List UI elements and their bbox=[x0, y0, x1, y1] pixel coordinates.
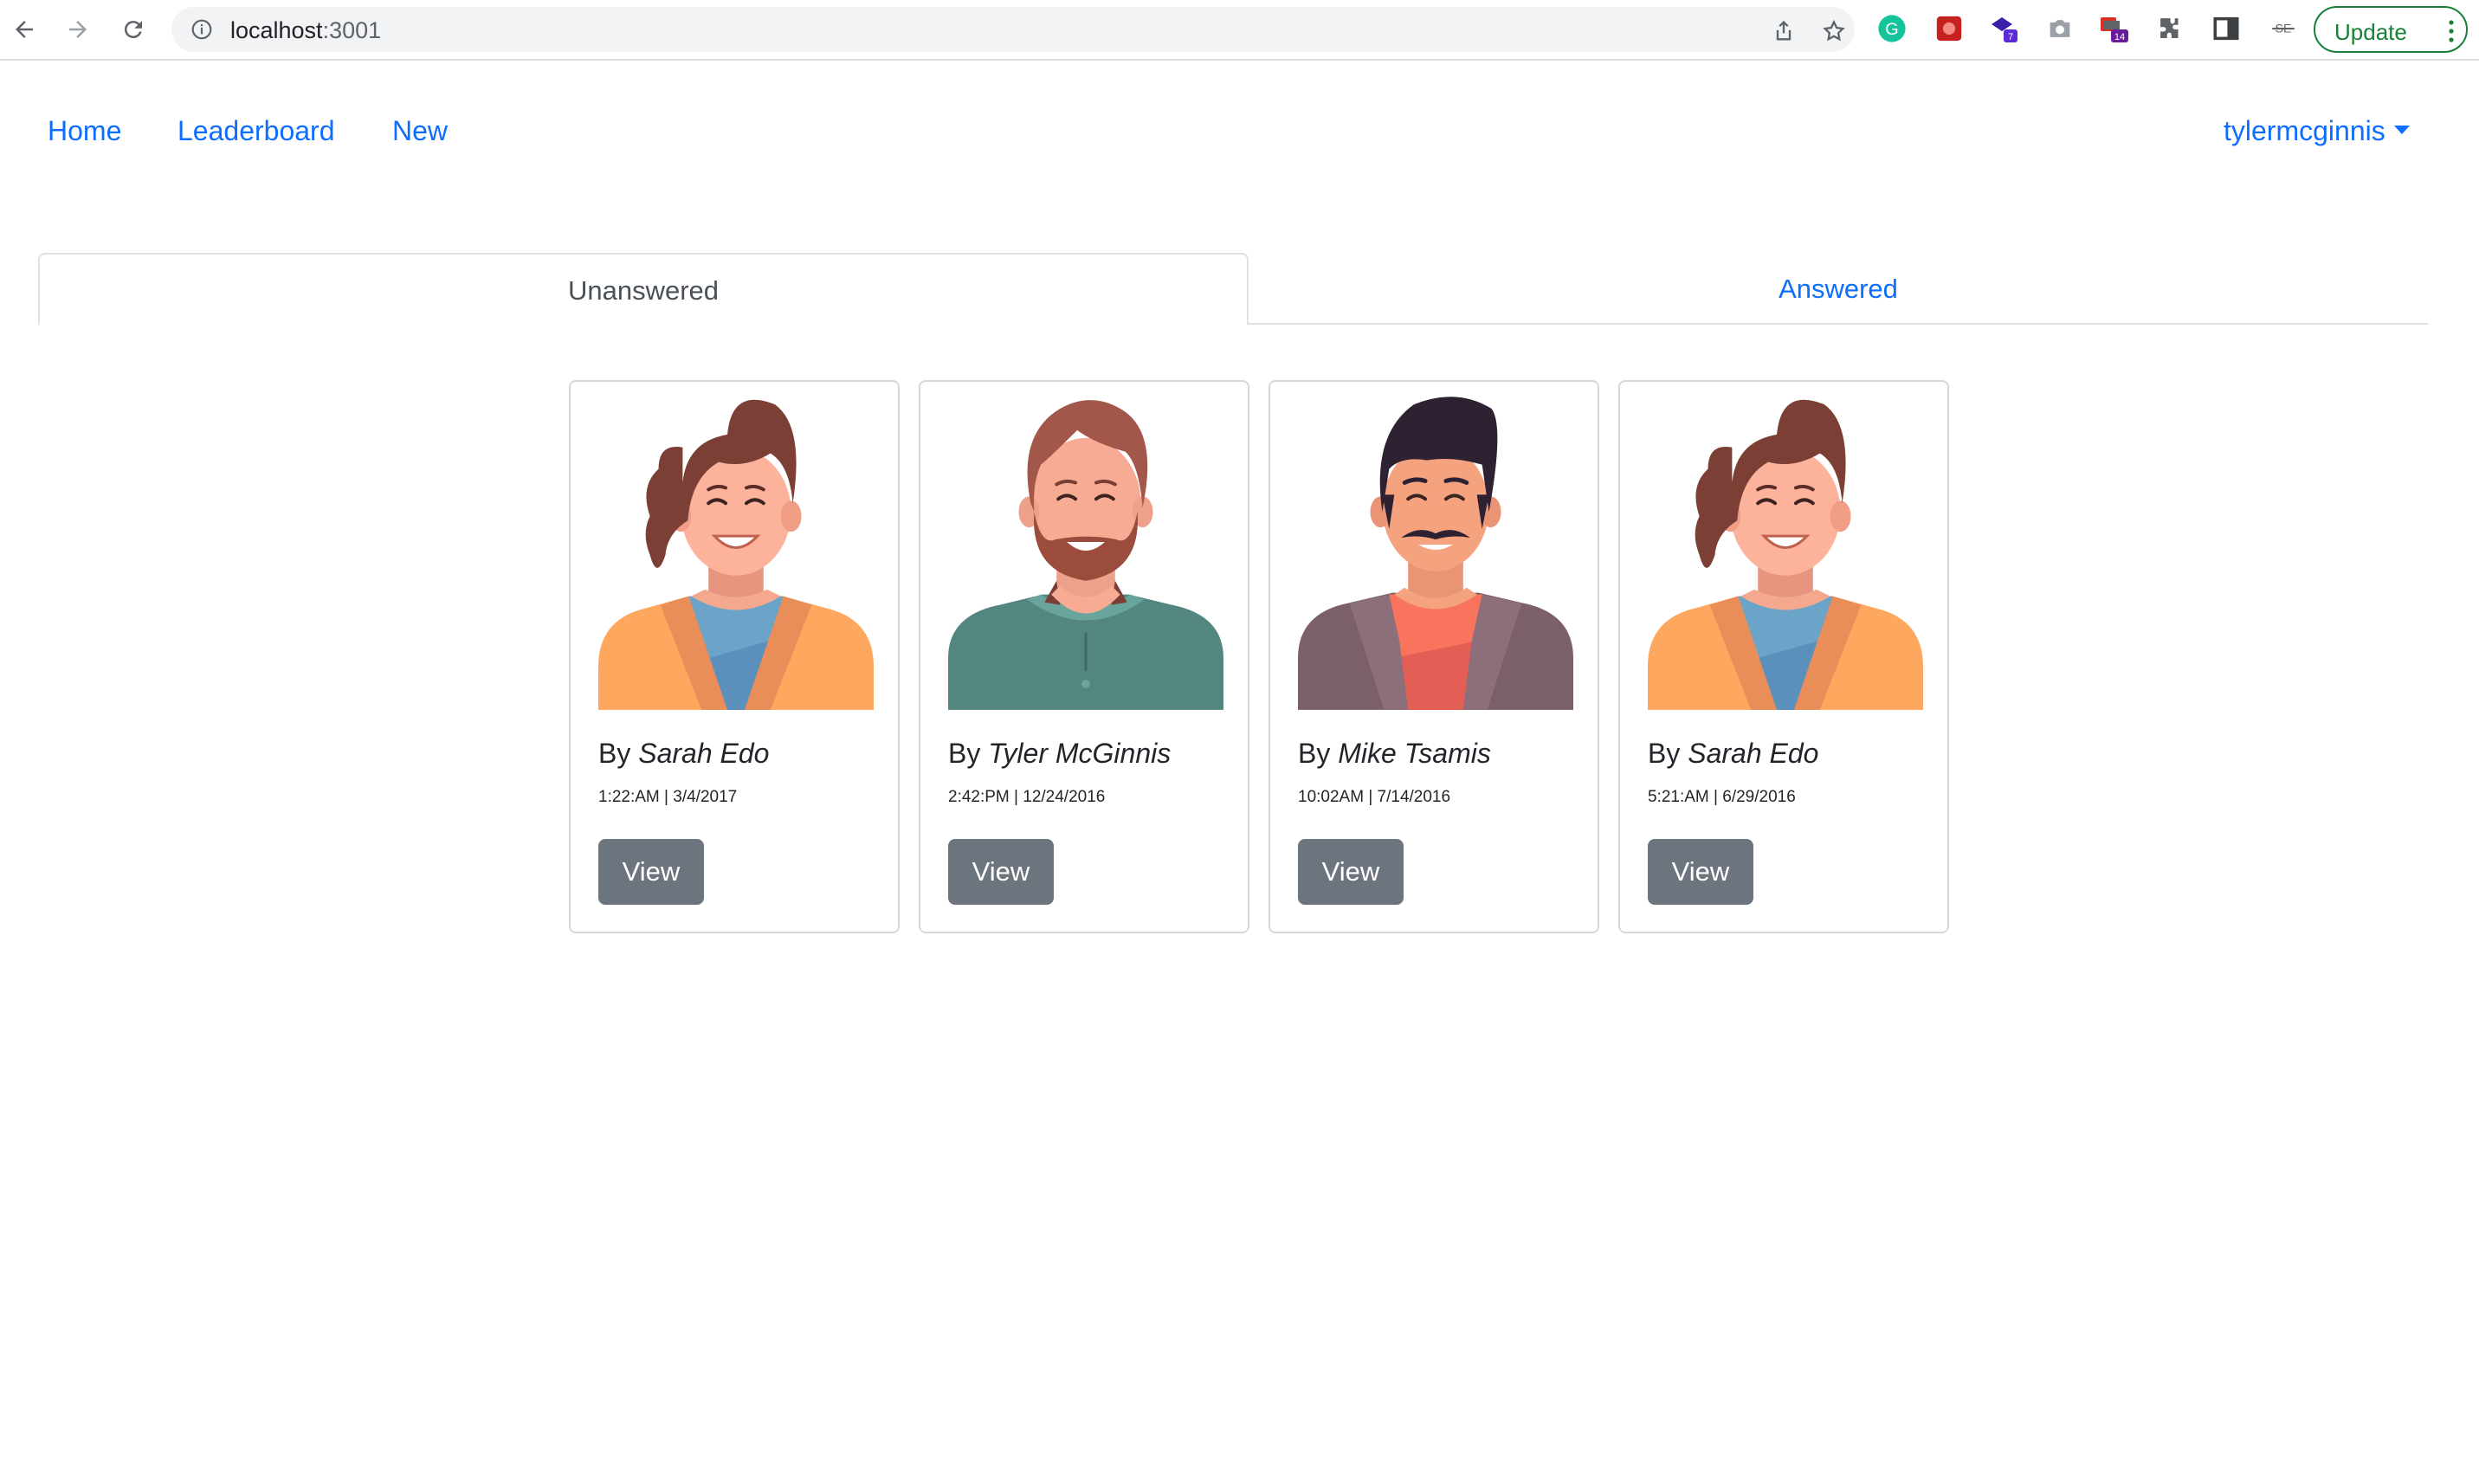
author-name: Tyler McGinnis bbox=[988, 738, 1172, 769]
nav-new-link[interactable]: New bbox=[392, 115, 448, 147]
author-name: Sarah Edo bbox=[638, 738, 770, 769]
update-button[interactable]: Update bbox=[2314, 6, 2468, 53]
svg-text:14: 14 bbox=[2114, 32, 2125, 42]
address-bar[interactable]: localhost:3001 bbox=[171, 7, 1855, 52]
extension-purple-icon[interactable]: 7 bbox=[1990, 14, 2019, 43]
question-card: By Sarah Edo 1:22:AM | 3/4/2017 View bbox=[569, 380, 900, 933]
mustache-man-avatar bbox=[1298, 397, 1573, 710]
author-name: Mike Tsamis bbox=[1338, 738, 1491, 769]
camera-icon[interactable] bbox=[2045, 14, 2075, 43]
view-button[interactable]: View bbox=[948, 839, 1054, 905]
author-name: Sarah Edo bbox=[1688, 738, 1819, 769]
reload-icon[interactable] bbox=[116, 12, 151, 47]
card-timestamp: 5:21:AM | 6/29/2016 bbox=[1648, 788, 1796, 806]
extension-badge-icon[interactable]: 14 bbox=[2099, 14, 2128, 43]
card-timestamp: 1:22:AM | 3/4/2017 bbox=[598, 788, 738, 806]
tab-answered[interactable]: Answered bbox=[1249, 253, 2428, 326]
view-button[interactable]: View bbox=[1648, 839, 1753, 905]
user-dropdown[interactable]: tylermcginnis bbox=[2224, 115, 2410, 147]
card-byline: By Sarah Edo bbox=[598, 738, 770, 769]
url-text[interactable]: localhost:3001 bbox=[230, 17, 381, 44]
svg-text:G: G bbox=[1885, 20, 1898, 39]
caret-down-icon bbox=[2393, 125, 2410, 134]
site-info-icon[interactable] bbox=[190, 18, 213, 41]
side-panel-icon[interactable] bbox=[2211, 14, 2241, 43]
svg-text:7: 7 bbox=[2008, 32, 2013, 42]
card-timestamp: 2:42:PM | 12/24/2016 bbox=[948, 788, 1106, 806]
grammarly-icon[interactable]: G bbox=[1877, 14, 1907, 43]
extension-strike-icon[interactable]: SE bbox=[2269, 14, 2298, 43]
question-card: By Mike Tsamis 10:02AM | 7/14/2016 View bbox=[1269, 380, 1599, 933]
browser-toolbar: localhost:3001 G 7 14 SE Update bbox=[0, 0, 2479, 61]
extension-red-icon[interactable] bbox=[1934, 14, 1964, 43]
woman-avatar bbox=[598, 399, 874, 710]
back-icon[interactable] bbox=[7, 12, 42, 47]
question-card: By Tyler McGinnis 2:42:PM | 12/24/2016 V… bbox=[919, 380, 1249, 933]
forward-icon[interactable] bbox=[61, 12, 95, 47]
bearded-man-avatar bbox=[948, 400, 1223, 710]
nav-leaderboard-link[interactable]: Leaderboard bbox=[178, 115, 334, 147]
card-byline: By Sarah Edo bbox=[1648, 738, 1819, 769]
view-button[interactable]: View bbox=[598, 839, 704, 905]
extensions-puzzle-icon[interactable] bbox=[2156, 14, 2185, 43]
bookmark-star-icon[interactable] bbox=[1822, 19, 1846, 43]
username: tylermcginnis bbox=[2224, 115, 2385, 146]
view-button[interactable]: View bbox=[1298, 839, 1404, 905]
share-icon[interactable] bbox=[1772, 19, 1796, 43]
card-timestamp: 10:02AM | 7/14/2016 bbox=[1298, 788, 1451, 806]
question-card: By Sarah Edo 5:21:AM | 6/29/2016 View bbox=[1618, 380, 1949, 933]
woman-avatar bbox=[1648, 399, 1923, 710]
card-byline: By Mike Tsamis bbox=[1298, 738, 1491, 769]
more-menu-icon[interactable] bbox=[2449, 20, 2454, 42]
card-byline: By Tyler McGinnis bbox=[948, 738, 1172, 769]
nav-home-link[interactable]: Home bbox=[48, 115, 121, 147]
tab-unanswered[interactable]: Unanswered bbox=[38, 253, 1249, 326]
